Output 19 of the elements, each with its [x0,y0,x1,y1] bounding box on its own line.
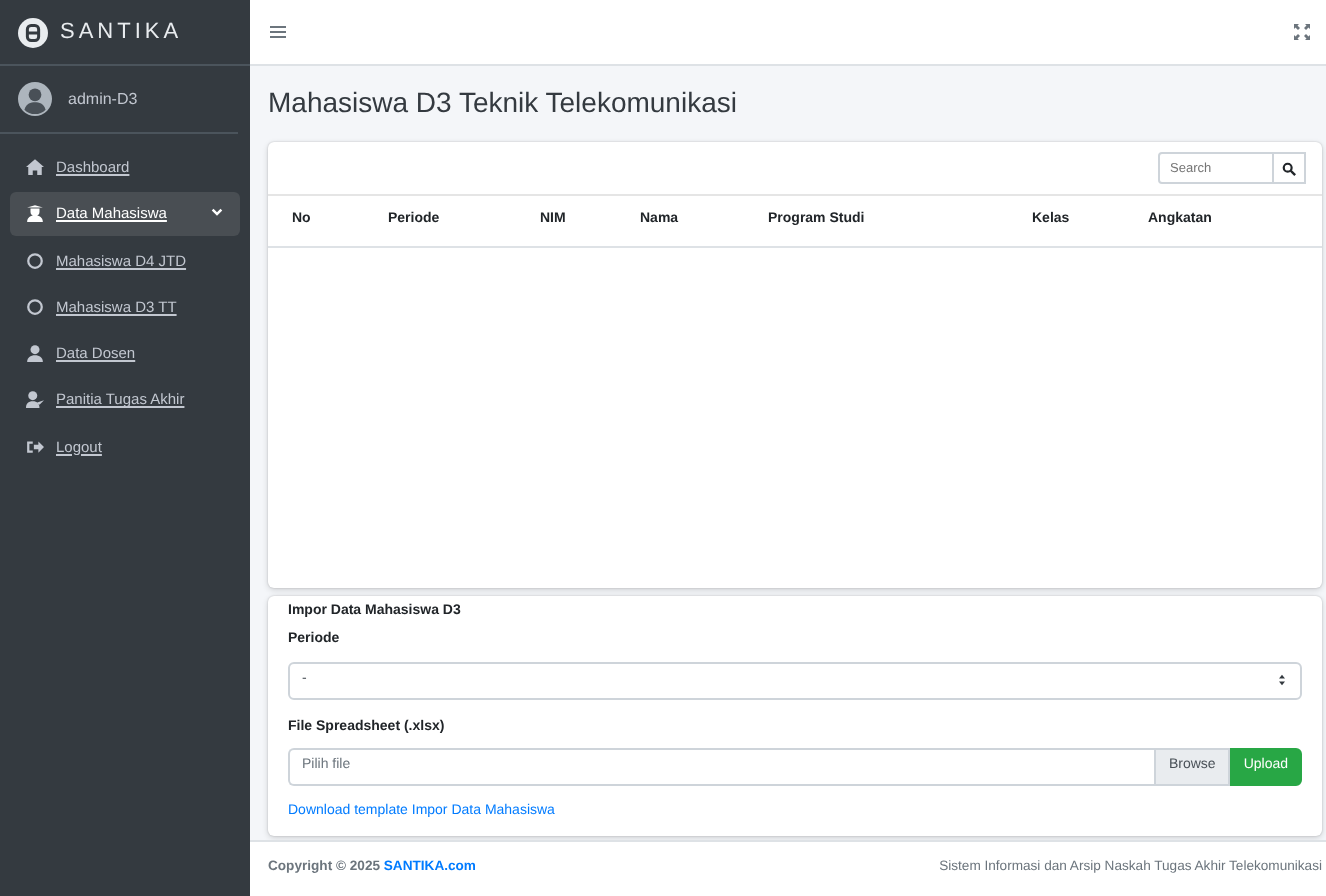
logo-icon [18,17,48,47]
logout-icon [26,437,44,456]
user-icon [26,344,44,363]
search-icon [1282,161,1296,175]
user-name[interactable]: admin-D3 [68,87,138,111]
menu-icon [270,23,286,40]
user-check-icon [26,390,44,409]
menu-button[interactable] [270,20,286,44]
expand-icon [1294,23,1310,40]
brand-name: SANTIKA [60,17,183,48]
circle-icon [26,251,44,270]
sort-caret-icon [1276,674,1288,686]
search-button[interactable] [1274,152,1306,184]
page-title: Mahasiswa D3 Teknik Telekomunikasi [268,84,739,122]
avatar-icon [18,82,52,116]
fullscreen-button[interactable] [1294,20,1310,44]
home-icon [26,158,44,177]
student-icon [26,204,44,223]
circle-icon [26,297,44,316]
